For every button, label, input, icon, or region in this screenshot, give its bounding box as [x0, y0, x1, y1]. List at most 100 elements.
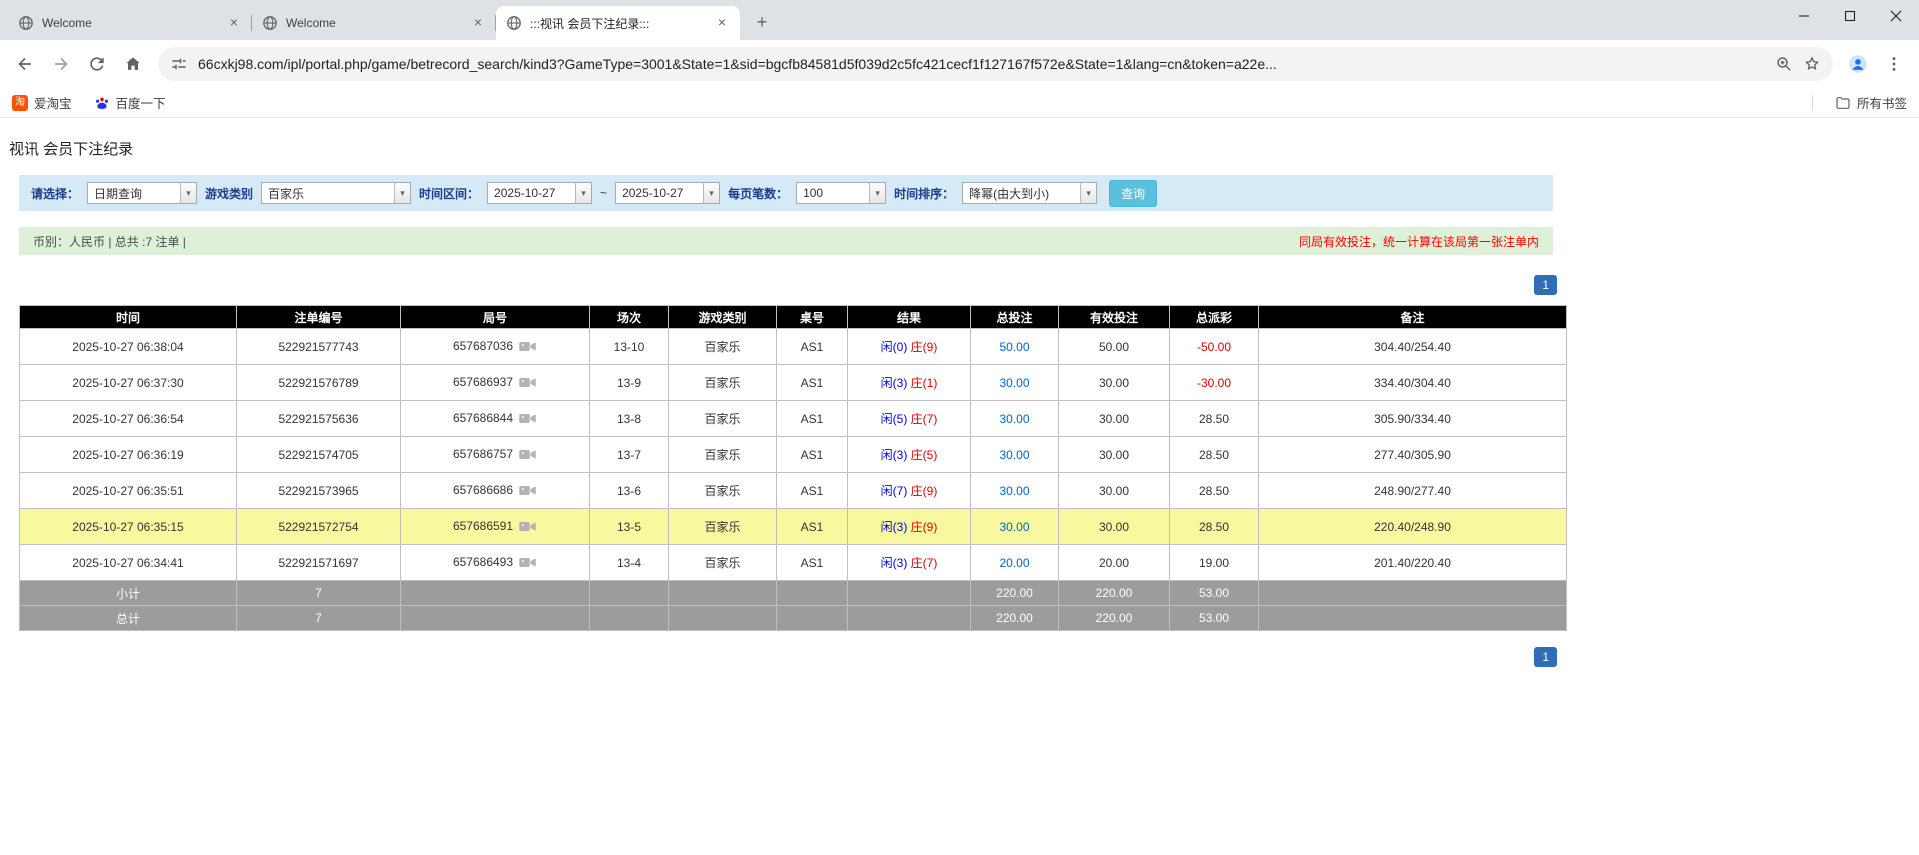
globe-icon	[18, 15, 34, 31]
tab-close-icon[interactable]: ×	[714, 15, 730, 31]
camera-icon[interactable]	[518, 339, 537, 354]
cell-game-type: 百家乐	[669, 365, 777, 401]
minimize-button[interactable]	[1781, 0, 1827, 32]
cell-order-id: 522921571697	[237, 545, 401, 581]
subtotal-payout: 53.00	[1170, 581, 1259, 606]
cell-payout: 28.50	[1170, 401, 1259, 437]
cell-time: 2025-10-27 06:37:30	[20, 365, 237, 401]
reload-button[interactable]	[80, 47, 114, 81]
camera-icon[interactable]	[518, 375, 537, 390]
bookmark-aitaobao[interactable]: 淘 爱淘宝	[12, 93, 72, 112]
table-row[interactable]: 2025-10-27 06:37:30 522921576789 6576869…	[20, 365, 1567, 401]
total-valid-bet: 220.00	[1059, 606, 1170, 631]
zoom-icon[interactable]	[1775, 55, 1793, 73]
tab-close-icon[interactable]: ×	[226, 15, 242, 31]
search-button[interactable]: 查询	[1109, 180, 1157, 207]
round-number: 657686844	[453, 411, 513, 425]
site-info-icon[interactable]	[170, 55, 188, 73]
window-controls	[1781, 0, 1919, 32]
tab-strip: Welcome × Welcome × :::视讯 会员下注纪录::: × +	[0, 0, 1919, 40]
header-payout: 总派彩	[1170, 306, 1259, 329]
filter-label-game-type: 游戏类别	[205, 185, 253, 202]
filter-label-query-type: 请选择：	[31, 185, 79, 202]
cell-total-bet[interactable]: 30.00	[971, 509, 1059, 545]
total-count: 7	[237, 606, 401, 631]
cell-valid-bet: 30.00	[1059, 401, 1170, 437]
filter-label-per-page: 每页笔数：	[728, 185, 788, 202]
camera-icon[interactable]	[518, 483, 537, 498]
cell-table-no: AS1	[777, 437, 848, 473]
page-1-button[interactable]: 1	[1534, 647, 1557, 667]
bookmark-label: 爱淘宝	[34, 93, 72, 112]
table-row[interactable]: 2025-10-27 06:36:19 522921574705 6576867…	[20, 437, 1567, 473]
table-row[interactable]: 2025-10-27 06:35:51 522921573965 6576866…	[20, 473, 1567, 509]
cell-payout: -50.00	[1170, 329, 1259, 365]
chevron-down-icon: ▾	[394, 183, 410, 203]
game-type-select[interactable]: 百家乐 ▾	[261, 182, 411, 204]
date-from-select[interactable]: 2025-10-27 ▾	[487, 182, 592, 204]
sort-value: 降幂(由大到小)	[963, 185, 1080, 202]
back-button[interactable]	[8, 47, 42, 81]
date-to-select[interactable]: 2025-10-27 ▾	[615, 182, 720, 204]
sort-select[interactable]: 降幂(由大到小) ▾	[962, 182, 1097, 204]
cell-note: 277.40/305.90	[1259, 437, 1567, 473]
per-page-select[interactable]: 100 ▾	[796, 182, 886, 204]
cell-total-bet[interactable]: 30.00	[971, 365, 1059, 401]
profile-avatar-icon[interactable]	[1841, 47, 1875, 81]
cell-total-bet[interactable]: 30.00	[971, 401, 1059, 437]
filter-label-date-range: 时间区间：	[419, 185, 479, 202]
table-row[interactable]: 2025-10-27 06:34:41 522921571697 6576864…	[20, 545, 1567, 581]
summary-currency-count: 币别：人民币 | 总共 :7 注单 |	[33, 233, 186, 250]
new-tab-button[interactable]: +	[748, 8, 776, 36]
cell-total-bet[interactable]: 30.00	[971, 473, 1059, 509]
baidu-paw-icon	[94, 95, 110, 111]
tab-close-icon[interactable]: ×	[470, 15, 486, 31]
camera-icon[interactable]	[518, 447, 537, 462]
round-number: 657687036	[453, 339, 513, 353]
tab-welcome-1[interactable]: Welcome ×	[8, 6, 252, 40]
cell-table-no: AS1	[777, 365, 848, 401]
tab-welcome-2[interactable]: Welcome ×	[252, 6, 496, 40]
query-type-select[interactable]: 日期查询 ▾	[87, 182, 197, 204]
forward-button[interactable]	[44, 47, 78, 81]
close-button[interactable]	[1873, 0, 1919, 32]
home-button[interactable]	[116, 47, 150, 81]
cell-empty	[777, 606, 848, 631]
address-bar[interactable]: 66cxkj98.com/ipl/portal.php/game/betreco…	[158, 47, 1833, 81]
cell-table-no: AS1	[777, 509, 848, 545]
camera-icon[interactable]	[518, 555, 537, 570]
table-header-row: 时间 注单编号 局号 场次 游戏类别 桌号 结果 总投注 有效投注 总派彩 备注	[20, 306, 1567, 329]
table-row[interactable]: 2025-10-27 06:38:04 522921577743 6576870…	[20, 329, 1567, 365]
cell-total-bet[interactable]: 30.00	[971, 437, 1059, 473]
cell-valid-bet: 50.00	[1059, 329, 1170, 365]
page-content: 视讯 会员下注纪录 请选择： 日期查询 ▾ 游戏类别 百家乐 ▾ 时间区间： 2…	[9, 118, 1557, 667]
cell-game-type: 百家乐	[669, 473, 777, 509]
subtotal-count: 7	[237, 581, 401, 606]
chevron-down-icon: ▾	[180, 183, 196, 203]
cell-note: 305.90/334.40	[1259, 401, 1567, 437]
round-number: 657686757	[453, 447, 513, 461]
cell-table-no: AS1	[777, 401, 848, 437]
url-text[interactable]: 66cxkj98.com/ipl/portal.php/game/betreco…	[198, 56, 1765, 72]
table-row[interactable]: 2025-10-27 06:36:54 522921575636 6576868…	[20, 401, 1567, 437]
camera-icon[interactable]	[518, 411, 537, 426]
tab-bet-records-active[interactable]: :::视讯 会员下注纪录::: ×	[496, 6, 740, 40]
cell-total-bet[interactable]: 20.00	[971, 545, 1059, 581]
table-row[interactable]: 2025-10-27 06:35:15 522921572754 6576865…	[20, 509, 1567, 545]
bookmark-baidu[interactable]: 百度一下	[94, 93, 166, 112]
tab-title: Welcome	[42, 16, 218, 30]
cell-time: 2025-10-27 06:36:19	[20, 437, 237, 473]
camera-icon[interactable]	[518, 519, 537, 534]
menu-kebab-icon[interactable]	[1877, 47, 1911, 81]
bookmark-star-icon[interactable]	[1803, 55, 1821, 73]
page-1-button[interactable]: 1	[1534, 275, 1557, 295]
cell-total-bet[interactable]: 50.00	[971, 329, 1059, 365]
cell-order-id: 522921577743	[237, 329, 401, 365]
round-number: 657686686	[453, 483, 513, 497]
cell-session: 13-5	[590, 509, 669, 545]
bookmarks-bar: 淘 爱淘宝 百度一下 所有书签	[0, 88, 1919, 118]
all-bookmarks-button[interactable]: 所有书签	[1835, 93, 1907, 112]
cell-empty	[848, 606, 971, 631]
maximize-button[interactable]	[1827, 0, 1873, 32]
cell-order-id: 522921575636	[237, 401, 401, 437]
